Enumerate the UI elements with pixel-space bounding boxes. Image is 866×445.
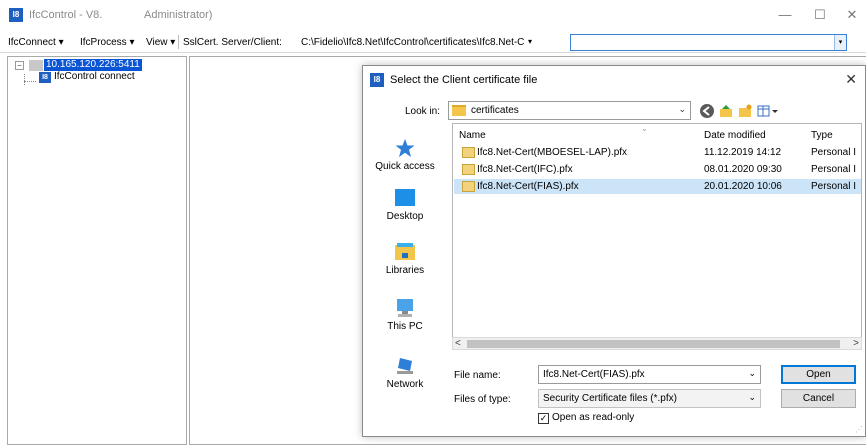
- resize-grip-icon[interactable]: ⋰: [855, 425, 863, 434]
- back-icon[interactable]: [700, 104, 714, 118]
- computer-icon: [394, 298, 416, 318]
- dialog-close-button[interactable]: ✕: [845, 71, 857, 88]
- menu-ifcconnect[interactable]: IfcConnect ▾: [8, 37, 64, 48]
- place-desktop[interactable]: Desktop: [363, 188, 447, 222]
- file-list[interactable]: ⌄ Name Date modified Type Ifc8.Net-Cert(…: [452, 123, 862, 349]
- network-icon: [394, 356, 416, 376]
- place-label: Network: [386, 379, 424, 390]
- place-label: Quick access: [375, 161, 435, 172]
- libraries-icon: [394, 242, 416, 262]
- tree-connector-line: [24, 74, 25, 85]
- certificate-file-icon: [462, 164, 475, 175]
- minimize-button[interactable]: —: [775, 6, 795, 24]
- cancel-button[interactable]: Cancel: [781, 389, 856, 408]
- ssl-path-dropdown-icon[interactable]: ▾: [528, 37, 532, 46]
- up-folder-icon[interactable]: [719, 104, 733, 118]
- look-in-value: certificates: [471, 105, 519, 116]
- app-title-admin: Administrator): [144, 9, 213, 21]
- menu-ifcprocess[interactable]: IfcProcess ▾: [80, 37, 134, 48]
- file-date: 11.12.2019 14:12: [704, 147, 782, 158]
- place-quick-access[interactable]: Quick access: [363, 138, 447, 172]
- open-button[interactable]: Open: [781, 365, 856, 384]
- look-in-dropdown[interactable]: certificates ⌄: [448, 101, 691, 120]
- ifc-logo-icon: I8: [39, 72, 51, 83]
- chevron-down-icon[interactable]: ⌄: [678, 104, 686, 115]
- certificate-file-icon: [462, 181, 475, 192]
- file-row-selected[interactable]: Ifc8.Net-Cert(FIAS).pfx 20.01.2020 10:06…: [454, 179, 861, 194]
- files-of-type-label: Files of type:: [454, 394, 511, 405]
- select-certificate-dialog: I8 Select the Client certificate file ✕ …: [362, 65, 866, 437]
- sort-indicator-icon: ⌄: [641, 124, 648, 133]
- file-name-value: Ifc8.Net-Cert(FIAS).pfx: [543, 369, 645, 380]
- place-this-pc[interactable]: This PC: [363, 298, 447, 332]
- file-name: Ifc8.Net-Cert(FIAS).pfx: [477, 181, 579, 192]
- menu-view[interactable]: View ▾: [146, 37, 175, 48]
- column-header-name[interactable]: Name: [459, 130, 486, 141]
- tree-root-label[interactable]: 10.165.120.226:5411: [44, 59, 142, 71]
- column-header-type[interactable]: Type: [811, 130, 833, 141]
- close-button[interactable]: ✕: [842, 6, 862, 24]
- file-date: 20.01.2020 10:06: [704, 181, 782, 192]
- scroll-left-icon[interactable]: <: [455, 338, 461, 349]
- app-logo-icon: I8: [9, 8, 23, 22]
- dialog-titlebar: I8 Select the Client certificate file ✕: [363, 66, 865, 94]
- chevron-down-icon[interactable]: ⌄: [748, 368, 756, 379]
- read-only-label[interactable]: Open as read-only: [552, 412, 634, 423]
- place-network[interactable]: Network: [363, 356, 447, 390]
- places-bar: Quick access Desktop Libraries This PC N…: [363, 130, 447, 430]
- dialog-app-icon: I8: [370, 73, 384, 87]
- file-name-input[interactable]: Ifc8.Net-Cert(FIAS).pfx ⌄: [538, 365, 761, 384]
- file-date: 08.01.2020 09:30: [704, 164, 782, 175]
- tree-connector-line: [24, 81, 36, 82]
- file-name: Ifc8.Net-Cert(IFC).pfx: [477, 164, 573, 175]
- desktop-icon: [394, 188, 416, 208]
- app-titlebar: I8 IfcControl - V8. Administrator) — ☐ ✕: [0, 0, 866, 30]
- view-menu-icon[interactable]: [757, 104, 779, 118]
- place-label: Desktop: [386, 211, 424, 222]
- scroll-right-icon[interactable]: >: [853, 338, 859, 349]
- file-name-label: File name:: [454, 370, 501, 381]
- app-title: IfcControl - V8.: [29, 9, 103, 21]
- file-type: Personal I: [811, 181, 857, 192]
- file-type-value: Security Certificate files (*.pfx): [543, 393, 677, 404]
- scrollbar-thumb[interactable]: [467, 340, 840, 348]
- ssl-cert-label: SslCert. Server/Client:: [183, 37, 282, 48]
- file-type: Personal I: [811, 147, 857, 158]
- new-folder-icon[interactable]: [738, 104, 752, 118]
- place-libraries[interactable]: Libraries: [363, 242, 447, 276]
- star-icon: [394, 138, 416, 158]
- folder-icon: [452, 105, 466, 116]
- file-type-select[interactable]: Security Certificate files (*.pfx) ⌄: [538, 389, 761, 408]
- chevron-down-icon[interactable]: ⌄: [748, 392, 756, 403]
- tree-child-label[interactable]: IfcControl connect: [54, 71, 135, 82]
- connection-tree[interactable]: − 10.165.120.226:5411 I8 IfcControl conn…: [7, 56, 187, 445]
- dialog-title: Select the Client certificate file: [390, 74, 538, 86]
- file-name: Ifc8.Net-Cert(MBOESEL-LAP).pfx: [477, 147, 628, 158]
- ssl-cert-path[interactable]: C:\Fidelio\Ifc8.Net\IfcControl\certifica…: [301, 37, 524, 48]
- column-header-date[interactable]: Date modified: [704, 130, 766, 141]
- look-in-label: Look in:: [405, 106, 441, 117]
- toolbar-separator: [178, 35, 179, 49]
- file-row[interactable]: Ifc8.Net-Cert(MBOESEL-LAP).pfx 11.12.201…: [454, 145, 861, 160]
- read-only-checkbox[interactable]: ✓: [538, 413, 549, 424]
- toolbar-combo-input[interactable]: ▾: [570, 34, 847, 51]
- horizontal-scrollbar[interactable]: < >: [452, 337, 862, 350]
- file-row[interactable]: Ifc8.Net-Cert(IFC).pfx 08.01.2020 09:30 …: [454, 162, 861, 177]
- file-type: Personal I: [811, 164, 857, 175]
- server-icon: [29, 60, 43, 71]
- certificate-file-icon: [462, 147, 475, 158]
- place-label: Libraries: [385, 265, 425, 276]
- collapse-icon[interactable]: −: [15, 61, 24, 70]
- chevron-down-icon[interactable]: ▾: [834, 35, 846, 50]
- place-label: This PC: [387, 321, 423, 332]
- maximize-button[interactable]: ☐: [810, 6, 830, 24]
